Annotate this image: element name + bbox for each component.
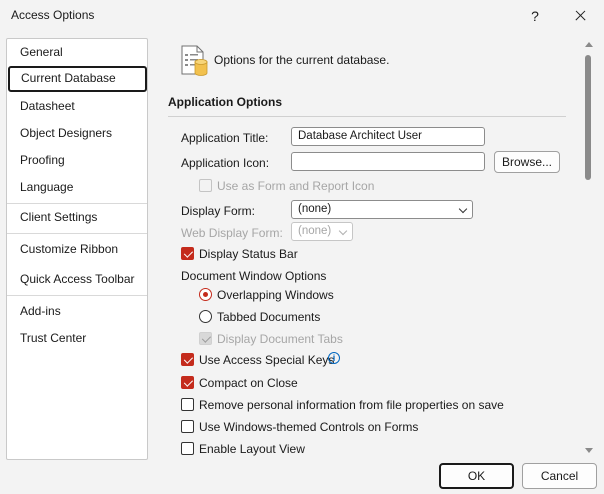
tabbed-documents-label: Tabbed Documents bbox=[217, 310, 321, 324]
info-icon[interactable]: i bbox=[328, 352, 340, 364]
display-status-bar-checkbox[interactable] bbox=[181, 247, 194, 260]
overlapping-windows-radio[interactable] bbox=[199, 288, 212, 301]
sidebar-divider bbox=[7, 203, 147, 204]
content-scrollbar[interactable] bbox=[582, 38, 596, 458]
ok-button[interactable]: OK bbox=[439, 463, 514, 489]
sidebar-item-trust-center[interactable]: Trust Center bbox=[7, 326, 147, 350]
title-bar: Access Options ? bbox=[0, 0, 604, 32]
enable-layout-view-checkbox[interactable] bbox=[181, 442, 194, 455]
web-display-form-select[interactable]: (none) bbox=[291, 222, 353, 241]
display-form-value: (none) bbox=[298, 203, 332, 215]
app-icon-input[interactable] bbox=[291, 152, 485, 171]
use-access-special-keys-label: Use Access Special Keys bbox=[199, 353, 335, 367]
web-display-form-label: Web Display Form: bbox=[181, 226, 283, 240]
sidebar-item-client-settings[interactable]: Client Settings bbox=[7, 205, 147, 229]
use-windows-themed-checkbox[interactable] bbox=[181, 420, 194, 433]
sidebar-item-customize-ribbon[interactable]: Customize Ribbon bbox=[7, 237, 147, 261]
sidebar-item-add-ins[interactable]: Add-ins bbox=[7, 299, 147, 323]
sidebar-item-datasheet[interactable]: Datasheet bbox=[7, 94, 147, 118]
display-form-select[interactable]: (none) bbox=[291, 200, 473, 219]
display-document-tabs-label: Display Document Tabs bbox=[217, 332, 343, 346]
use-windows-themed-label: Use Windows-themed Controls on Forms bbox=[199, 420, 419, 434]
sidebar-item-current-database[interactable]: Current Database bbox=[8, 66, 147, 92]
sidebar-item-general[interactable]: General bbox=[7, 40, 147, 64]
display-document-tabs-checkbox[interactable] bbox=[199, 332, 212, 345]
use-as-form-icon-checkbox[interactable] bbox=[199, 179, 212, 192]
sidebar-item-quick-access-toolbar[interactable]: Quick Access Toolbar bbox=[7, 267, 147, 291]
web-display-form-value: (none) bbox=[298, 225, 332, 237]
window-title: Access Options bbox=[11, 8, 95, 22]
enable-layout-view-label: Enable Layout View bbox=[199, 442, 305, 456]
chevron-down-icon bbox=[338, 226, 348, 236]
help-button[interactable]: ? bbox=[524, 6, 546, 26]
browse-button[interactable]: Browse... bbox=[494, 151, 560, 173]
remove-personal-info-checkbox[interactable] bbox=[181, 398, 194, 411]
display-status-bar-label: Display Status Bar bbox=[199, 247, 298, 261]
sidebar-item-proofing[interactable]: Proofing bbox=[7, 148, 147, 172]
display-form-label: Display Form: bbox=[181, 204, 256, 218]
compact-on-close-label: Compact on Close bbox=[199, 376, 298, 390]
options-sidebar: General Current Database Datasheet Objec… bbox=[6, 38, 148, 460]
page-title: Options for the current database. bbox=[214, 53, 390, 67]
sidebar-item-object-designers[interactable]: Object Designers bbox=[7, 121, 147, 145]
scroll-up-arrow-icon[interactable] bbox=[585, 42, 593, 47]
cancel-button[interactable]: Cancel bbox=[522, 463, 597, 489]
tabbed-documents-radio[interactable] bbox=[199, 310, 212, 323]
scrollbar-thumb[interactable] bbox=[585, 55, 591, 180]
app-title-label: Application Title: bbox=[181, 131, 269, 145]
overlapping-windows-label: Overlapping Windows bbox=[217, 288, 334, 302]
scroll-down-arrow-icon[interactable] bbox=[585, 448, 593, 453]
use-access-special-keys-checkbox[interactable] bbox=[181, 353, 194, 366]
compact-on-close-checkbox[interactable] bbox=[181, 376, 194, 389]
section-title: Application Options bbox=[168, 95, 282, 109]
app-title-input[interactable]: Database Architect User bbox=[291, 127, 485, 146]
sidebar-divider bbox=[7, 233, 147, 234]
chevron-down-icon bbox=[458, 204, 468, 214]
options-content: Options for the current database. Applic… bbox=[148, 38, 582, 458]
sidebar-divider bbox=[7, 295, 147, 296]
use-as-form-icon-label: Use as Form and Report Icon bbox=[217, 179, 375, 193]
remove-personal-info-label: Remove personal information from file pr… bbox=[199, 398, 504, 412]
section-divider bbox=[168, 116, 566, 117]
doc-window-options-label: Document Window Options bbox=[181, 269, 327, 283]
app-icon-label: Application Icon: bbox=[181, 156, 270, 170]
sidebar-item-language[interactable]: Language bbox=[7, 175, 147, 199]
database-options-icon bbox=[181, 45, 208, 76]
close-icon[interactable] bbox=[569, 6, 591, 26]
